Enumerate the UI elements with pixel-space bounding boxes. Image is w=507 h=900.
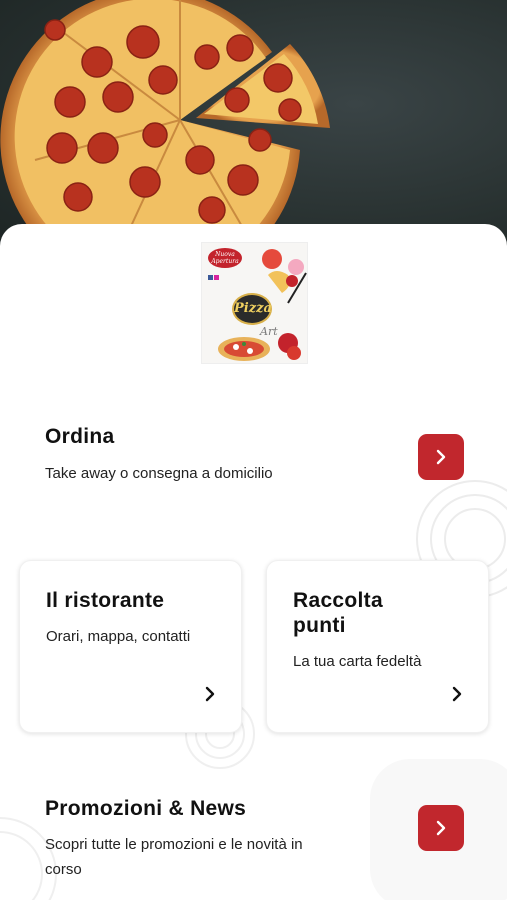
restaurant-title: Il ristorante <box>46 589 165 612</box>
loyalty-title-line1: Raccolta <box>293 589 383 612</box>
promo-button[interactable] <box>418 805 464 851</box>
pizza-image <box>0 0 330 260</box>
loyalty-subtitle: La tua carta fedeltà <box>293 653 422 670</box>
decorative-circles <box>0 817 57 900</box>
restaurant-logo: Nuova Apertura Pizza Art <box>201 242 308 364</box>
logo-pizza-art <box>218 333 301 361</box>
logo-social-icons <box>208 275 220 281</box>
chevron-right-icon[interactable] <box>202 686 218 702</box>
loyalty-card[interactable]: Raccolta punti La tua carta fedeltà <box>266 560 489 733</box>
chevron-right-icon <box>436 449 446 465</box>
order-title: Ordina <box>45 425 115 448</box>
main-sheet: Nuova Apertura Pizza Art Ordina Take awa… <box>0 224 507 900</box>
hero-image <box>0 0 507 260</box>
promo-title: Promozioni & News <box>45 797 247 820</box>
order-button[interactable] <box>418 434 464 480</box>
logo-food-art <box>262 249 307 304</box>
restaurant-card[interactable]: Il ristorante Orari, mappa, contatti <box>19 560 242 733</box>
promo-subtitle-line1: Scopri tutte le promozioni e le novità i… <box>45 836 303 853</box>
logo-badge: Nuova Apertura <box>208 248 242 268</box>
promo-subtitle-line2: corso <box>45 861 82 878</box>
restaurant-subtitle: Orari, mappa, contatti <box>46 628 191 645</box>
chevron-right-icon <box>436 820 446 836</box>
order-subtitle: Take away o consegna a domicilio <box>45 465 273 482</box>
logo-wordmark: Pizza <box>232 293 272 325</box>
loyalty-title-line2: punti <box>293 614 346 637</box>
chevron-right-icon[interactable] <box>449 686 465 702</box>
